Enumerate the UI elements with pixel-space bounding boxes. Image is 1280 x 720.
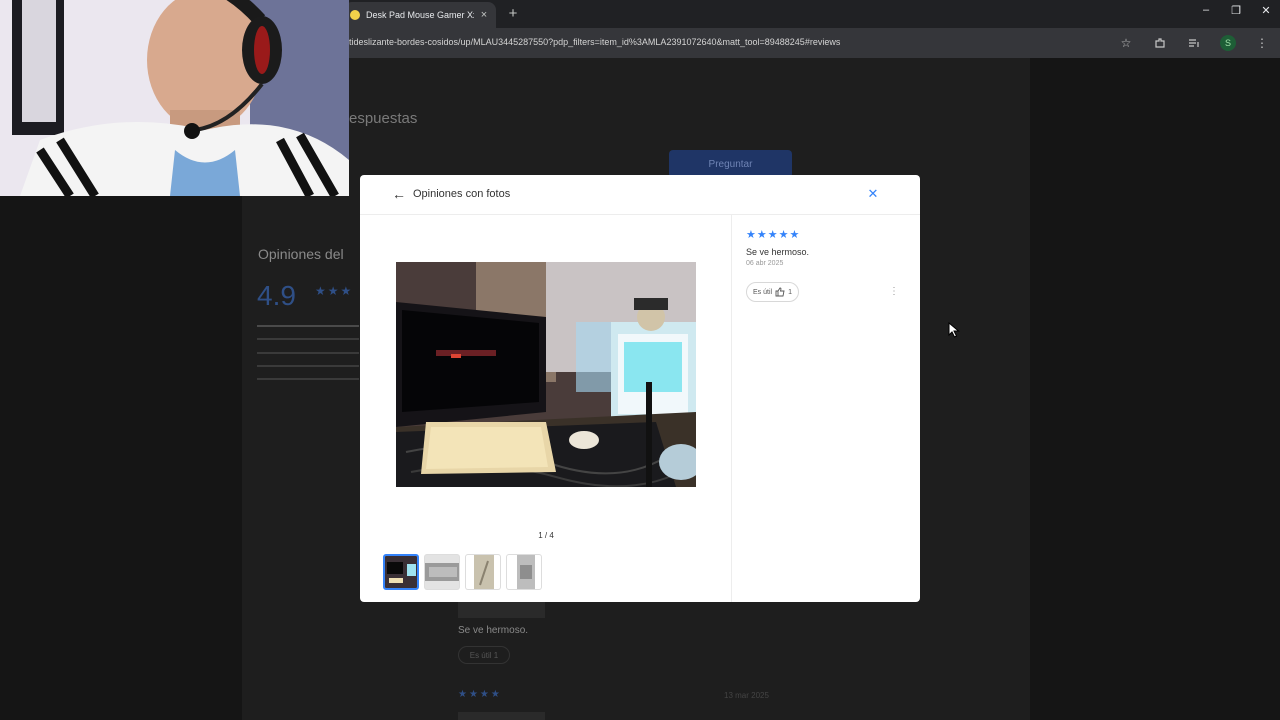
bg-review-date: 13 mar 2025	[724, 691, 769, 700]
mouse-cursor-icon	[948, 322, 960, 338]
url-field[interactable]: tideslizante-bordes-cosidos/up/MLAU34452…	[349, 37, 840, 47]
profile-initial: S	[1220, 35, 1236, 51]
helpful-count: 1	[788, 288, 792, 296]
bg-reviews-heading: Opiniones del	[258, 246, 344, 262]
bg-rating-bar	[257, 365, 359, 367]
extensions-icon[interactable]	[1150, 34, 1170, 52]
webcam-image	[0, 0, 349, 196]
thumbnail-image	[385, 556, 417, 588]
helpful-label: Es útil	[753, 288, 773, 296]
bg-rating-bar	[257, 325, 359, 327]
review-text: Se ve hermoso.	[746, 247, 810, 257]
review-date: 06 abr 2025	[746, 260, 784, 267]
photo-reviews-modal: ← Opiniones con fotos ✕ 1 / 4 ★★★★★ Se v…	[360, 175, 920, 602]
bg-rating-bar	[257, 378, 359, 380]
photo-counter: 1 / 4	[538, 531, 554, 540]
bg-review-photo	[458, 601, 545, 618]
review-panel: ★★★★★ Se ve hermoso. 06 abr 2025 Es útil…	[746, 228, 906, 302]
bg-util-count: 1	[493, 650, 499, 660]
more-options-icon[interactable]: ⋮	[888, 286, 900, 297]
thumbnail[interactable]	[506, 554, 542, 590]
desk-setup-photo	[396, 262, 696, 487]
restore-button[interactable]: ❐	[1228, 4, 1244, 17]
review-stars: ★★★★★	[746, 229, 801, 241]
thumbs-up-icon	[775, 287, 785, 297]
bg-rating-value: 4.9	[257, 280, 296, 311]
thumbnail[interactable]	[465, 554, 501, 590]
thumbnail-image	[425, 555, 459, 589]
bg-review-stars: ★★★★	[458, 689, 502, 700]
photo-gallery: 1 / 4	[360, 215, 732, 602]
bg-review-text: Se ve hermoso.	[458, 625, 529, 636]
media-controls-icon[interactable]	[1184, 34, 1204, 52]
helpful-button[interactable]: Es útil 1	[746, 282, 799, 302]
tab-favicon-icon	[350, 10, 360, 20]
modal-header: ← Opiniones con fotos ✕	[360, 175, 920, 215]
bg-review-photo	[458, 712, 545, 720]
browser-tab[interactable]: Desk Pad Mouse Gamer Xxl 40 ×	[344, 2, 496, 28]
bg-ask-label: Preguntar	[708, 158, 753, 170]
bg-util-label: Es útil	[469, 650, 492, 660]
thumbnail[interactable]	[383, 554, 419, 590]
back-arrow-icon[interactable]: ←	[391, 186, 407, 202]
bg-rating-bar	[257, 352, 359, 354]
browser-toolbar: ☆ S ⋮	[1116, 34, 1272, 52]
bg-rating-bar	[257, 338, 359, 340]
window-controls: – ❐ ✕	[1198, 4, 1274, 17]
tab-close-icon[interactable]: ×	[478, 9, 490, 21]
thumbnail-image	[466, 555, 500, 589]
review-photo[interactable]	[396, 262, 696, 487]
profile-avatar[interactable]: S	[1218, 34, 1238, 52]
close-icon[interactable]: ✕	[865, 186, 881, 202]
thumbnail-strip	[383, 554, 542, 590]
bg-rating-stars: ★★★	[315, 284, 354, 298]
tab-title: Desk Pad Mouse Gamer Xxl 40	[366, 10, 474, 20]
bookmark-star-icon[interactable]: ☆	[1116, 34, 1136, 52]
close-window-button[interactable]: ✕	[1258, 4, 1274, 17]
thumbnail-image	[507, 555, 541, 589]
new-tab-button[interactable]: +	[506, 5, 520, 22]
minimize-button[interactable]: –	[1198, 4, 1214, 17]
modal-title: Opiniones con fotos	[413, 188, 511, 200]
bg-ask-button: Preguntar	[669, 150, 792, 178]
webcam-overlay	[0, 0, 349, 196]
thumbnail[interactable]	[424, 554, 460, 590]
bg-section-title: espuestas	[349, 110, 418, 127]
menu-kebab-icon[interactable]: ⋮	[1252, 34, 1272, 52]
bg-util-button: Es útil 1	[458, 646, 510, 664]
